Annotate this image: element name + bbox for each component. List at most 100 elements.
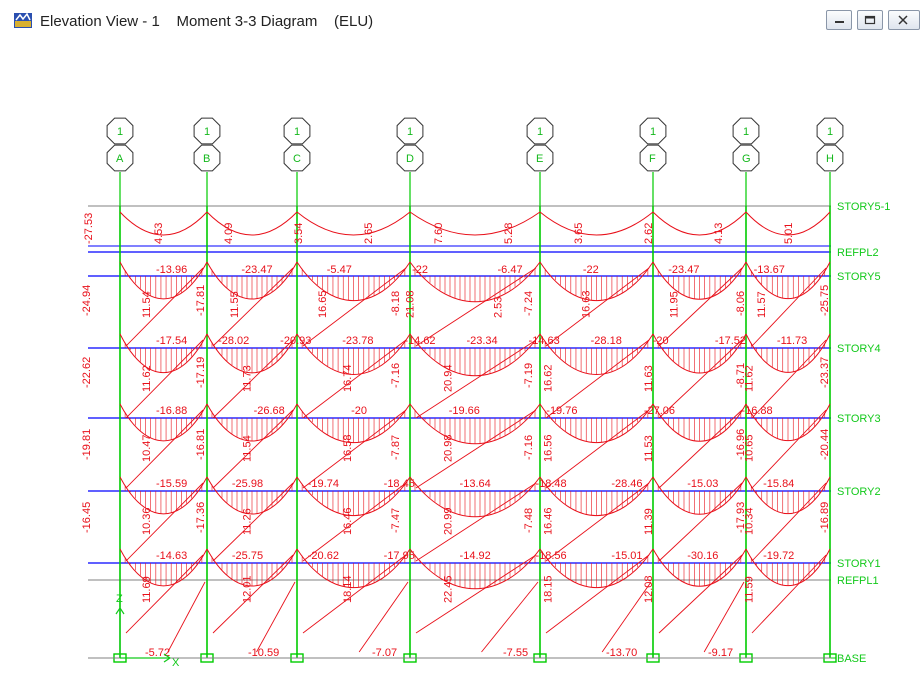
midspan-moment-value: 11.54 xyxy=(141,291,153,318)
beam-moment-value: -14.62 xyxy=(404,335,435,347)
beam-moment-value: -15.59 xyxy=(156,478,187,490)
beam-moment-value: -11.73 xyxy=(777,335,807,347)
beam-moment-value: -16.88 xyxy=(156,405,187,417)
base-moment-value: -13.70 xyxy=(606,647,637,659)
grid-bubble-bottom-label: E xyxy=(536,153,543,165)
column-moment-value: -7.16 xyxy=(523,435,535,460)
column-moment-value: -17.93 xyxy=(735,502,747,533)
midspan-moment-value: 16.65 xyxy=(317,290,329,318)
roof-moment-curve xyxy=(409,211,541,236)
grid-bubble-top-label: 1 xyxy=(650,126,656,138)
beam-moment-value: -30.16 xyxy=(687,550,718,562)
midspan-moment-value: 16.62 xyxy=(543,364,555,392)
column-moment-line xyxy=(415,554,537,634)
base-moment-line xyxy=(703,581,745,653)
beam-moment-value: -19.76 xyxy=(546,405,577,417)
column-moment-value: -19.81 xyxy=(81,429,93,460)
grid-bubble-bottom-label: F xyxy=(649,153,656,165)
midspan-moment-value: 11.95 xyxy=(668,291,680,318)
x-axis-label: X xyxy=(172,657,180,669)
column-top-moment-value: 3.54 xyxy=(293,223,305,244)
story-label: STORY1 xyxy=(837,558,881,570)
elevation-view-window: Elevation View - 1 Moment 3-3 Diagram (E… xyxy=(0,0,920,687)
column-top-moment-value: 3.65 xyxy=(573,223,585,244)
midspan-moment-value: 20.98 xyxy=(442,434,454,462)
column-moment-value: -7.16 xyxy=(390,363,402,388)
beam-moment-value: -5.47 xyxy=(327,264,352,276)
midspan-moment-value: 20.94 xyxy=(442,364,454,392)
beam-moment-value: -13.67 xyxy=(754,264,785,276)
midspan-moment-value: 11.63 xyxy=(643,365,655,392)
column-moment-value: -24.94 xyxy=(81,285,93,316)
beam-moment-value: -28.02 xyxy=(218,335,249,347)
close-button[interactable] xyxy=(888,10,920,30)
grid-bubble-top-label: 1 xyxy=(743,126,749,138)
beam-moment-value: -20.62 xyxy=(308,550,339,562)
grid-bubble-bottom-label: D xyxy=(406,153,414,165)
grid-bubble-top-label: 1 xyxy=(827,126,833,138)
beam-moment-value: -19.72 xyxy=(763,550,794,562)
base-moment-value: -7.55 xyxy=(503,647,528,659)
column-moment-line xyxy=(302,554,407,634)
beam-moment-value: -26.68 xyxy=(254,405,285,417)
grid-bubble-top-label: 1 xyxy=(294,126,300,138)
grid-bubble-bottom-label: C xyxy=(293,153,301,165)
beam-moment-value: -19.66 xyxy=(449,405,480,417)
story-label: STORY3 xyxy=(837,413,881,425)
base-moment-line xyxy=(167,581,206,653)
midspan-moment-value: 16.74 xyxy=(342,364,354,392)
column-top-moment-value: 4.09 xyxy=(223,223,235,244)
column-moment-value: -16.89 xyxy=(819,502,831,533)
column-moment-value: -17.36 xyxy=(195,502,207,533)
midspan-moment-value: 11.53 xyxy=(643,435,655,462)
beam-moment-value: -28.46 xyxy=(611,478,642,490)
roof-moment-curve xyxy=(296,211,411,236)
roof-moment-curve xyxy=(652,211,747,236)
column-moment-value: -20.44 xyxy=(819,429,831,460)
grid-bubble-bottom-label: B xyxy=(203,153,210,165)
story-label: STORY2 xyxy=(837,486,881,498)
midspan-moment-value: 11.26 xyxy=(241,508,253,535)
column-top-moment-value: 5.01 xyxy=(783,223,795,244)
column-moment-line xyxy=(545,409,650,489)
column-top-moment-value: 2.62 xyxy=(643,223,655,244)
column-top-moment-value: 2.65 xyxy=(363,223,375,244)
column-moment-value: -16.45 xyxy=(81,502,93,533)
midspan-moment-value: 18.15 xyxy=(543,575,555,603)
beam-moment-value: -16.88 xyxy=(741,405,772,417)
column-moment-line xyxy=(751,554,827,634)
midspan-moment-value: 20.99 xyxy=(442,507,454,535)
elevation-canvas[interactable]: 1 A 1 B 1 C 1 D 1 E 1 F 1 G 1 H STORY5-1 REFPL2 STORY5 STOR… xyxy=(0,42,920,687)
beam-moment-value: -19.74 xyxy=(308,478,339,490)
maximize-button[interactable] xyxy=(857,10,883,30)
column-moment-value: -7.48 xyxy=(523,508,535,533)
column-top-moment-value: 7.60 xyxy=(433,223,445,244)
column-moment-value: -23.37 xyxy=(819,357,831,388)
column-moment-line xyxy=(658,554,743,634)
column-moment-value: -17.19 xyxy=(195,357,207,388)
title-bar[interactable]: Elevation View - 1 Moment 3-3 Diagram (E… xyxy=(0,0,920,42)
app-icon xyxy=(14,13,32,28)
minimize-button[interactable] xyxy=(826,10,852,30)
grid-bubble-top-label: 1 xyxy=(407,126,413,138)
column-moment-line xyxy=(415,409,537,489)
column-top-moment-value: -27.53 xyxy=(83,213,95,244)
beam-moment-value: -25.98 xyxy=(232,478,263,490)
z-axis-label: Z xyxy=(116,593,123,605)
column-moment-value: -7.19 xyxy=(523,363,535,388)
midspan-moment-value: 16.58 xyxy=(342,434,354,462)
beam-moment-value: -13.96 xyxy=(156,264,187,276)
midspan-moment-value: 10.47 xyxy=(141,434,153,462)
midspan-moment-value: 10.36 xyxy=(141,507,153,535)
column-moment-line xyxy=(125,409,204,489)
grid-bubble-top-label: 1 xyxy=(537,126,543,138)
column-top-moment-value: 4.13 xyxy=(713,223,725,244)
column-moment-value: -7.87 xyxy=(390,435,402,460)
base-moment-line xyxy=(481,581,539,653)
midspan-moment-value: 2.53 xyxy=(493,297,505,318)
moment-diagram: 1 A 1 B 1 C 1 D 1 E 1 F 1 G 1 H STORY5-1 REFPL2 STORY5 STOR… xyxy=(81,117,890,669)
minimize-icon xyxy=(835,21,844,23)
midspan-moment-value: 21.08 xyxy=(405,290,417,318)
midspan-moment-value: 11.73 xyxy=(241,365,253,392)
story-label: REFPL2 xyxy=(837,247,879,259)
